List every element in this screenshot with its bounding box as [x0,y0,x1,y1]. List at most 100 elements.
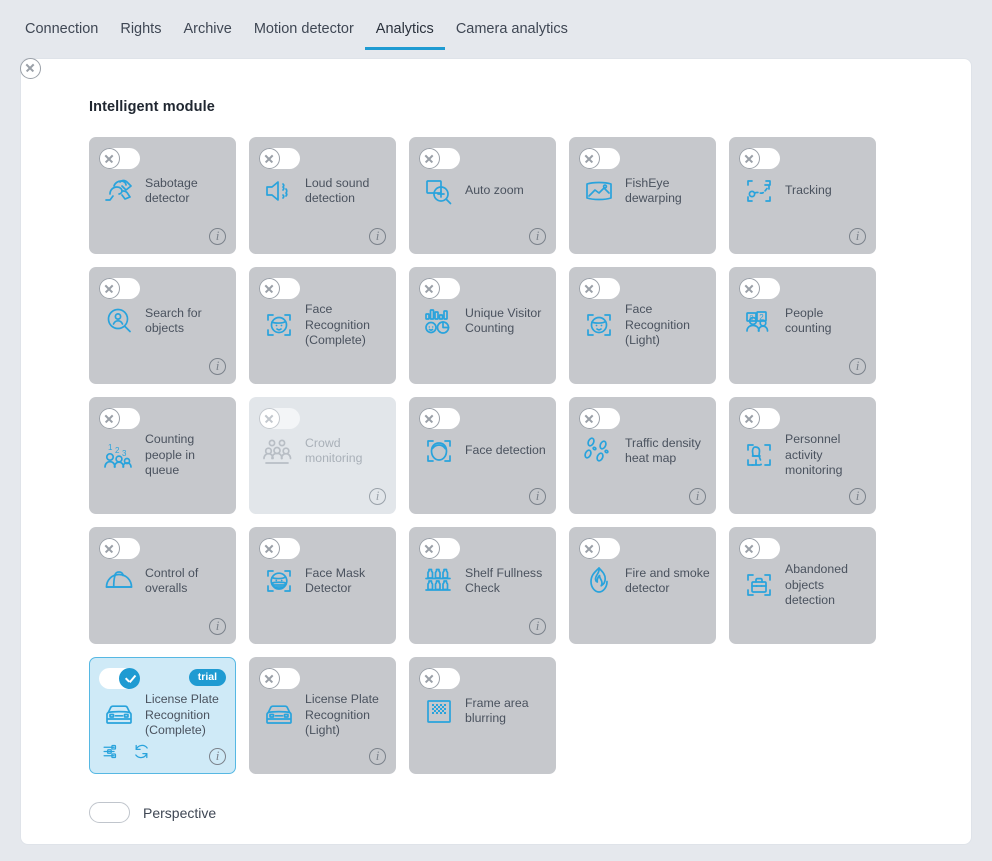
frame-blur-icon [420,692,458,730]
module-toggle-sabotage-detector[interactable] [99,148,140,169]
module-card-body: Loud sound detection [250,172,397,210]
tab-motion-detector[interactable]: Motion detector [243,20,365,50]
module-toggle-counting-people-in-queue[interactable] [99,408,140,429]
module-card-label: Search for objects [145,305,202,336]
module-toggle-auto-zoom[interactable] [419,148,460,169]
module-card-loud-sound-detection[interactable]: Loud sound detection i [249,137,396,254]
module-toggle-license-plate-recognition-light[interactable] [259,668,300,689]
module-card-search-for-objects[interactable]: Search for objects i [89,267,236,384]
module-card-body: 1 2 3 Counting people in queue [90,432,237,479]
module-card-face-mask-detector[interactable]: Face Mask Detector [249,527,396,644]
auto-zoom-icon [420,172,458,210]
module-toggle-search-for-objects[interactable] [99,278,140,299]
tab-connection[interactable]: Connection [14,20,109,50]
section-title: Intelligent module [89,99,215,115]
module-card-license-plate-recognition-light[interactable]: License Plate Recognition (Light) i [249,657,396,774]
tab-rights[interactable]: Rights [109,20,172,50]
module-card-unique-visitor-counting[interactable]: Unique Visitor Counting [409,267,556,384]
info-icon[interactable]: i [529,488,546,505]
tab-camera-analytics[interactable]: Camera analytics [445,20,579,50]
module-toggle-tracking[interactable] [739,148,780,169]
module-card-auto-zoom[interactable]: Auto zoom i [409,137,556,254]
toggle-close-icon [259,278,280,299]
module-card-body: Sabotage detector [90,172,237,210]
info-icon[interactable]: i [209,748,226,765]
tab-analytics[interactable]: Analytics [364,20,445,50]
module-toggle-traffic-density-heat-map[interactable] [579,408,620,429]
module-card-label: Sabotage detector [145,175,198,206]
info-icon[interactable]: i [369,748,386,765]
module-card-body: License Plate Recognition (Complete) [90,692,237,739]
people-counting-icon: 02 [740,302,778,340]
face-mask-icon [260,562,298,600]
module-card-sabotage-detector[interactable]: Sabotage detector i [89,137,236,254]
info-icon[interactable]: i [369,228,386,245]
module-card-traffic-density-heat-map[interactable]: Traffic density heat map i [569,397,716,514]
module-card-label: Auto zoom [465,183,524,198]
info-icon[interactable]: i [849,488,866,505]
module-card-crowd-monitoring: Crowd monitoring i [249,397,396,514]
toggle-close-icon [419,538,440,559]
module-toggle-frame-area-blurring[interactable] [419,668,460,689]
crowd-monitoring-icon [260,432,298,470]
toggle-close-icon [99,408,120,429]
module-card-people-counting[interactable]: 0 2 People counting i [729,267,876,384]
module-card-fire-and-smoke-detector[interactable]: Fire and smoke detector [569,527,716,644]
module-toggle-shelf-fullness-check[interactable] [419,538,460,559]
module-card-personnel-activity-monitoring[interactable]: Personnel activity monitoring i [729,397,876,514]
module-card-license-plate-recognition-complete[interactable]: trial License Plate Recognition (Complete… [89,657,236,774]
toggle-close-icon [579,408,600,429]
module-card-face-detection[interactable]: Face detection i [409,397,556,514]
info-icon[interactable]: i [529,618,546,635]
module-card-face-recognition-complete[interactable]: Face Recognition (Complete) [249,267,396,384]
module-card-abandoned-objects-detection[interactable]: Abandoned objects detection [729,527,876,644]
module-toggle-people-counting[interactable] [739,278,780,299]
module-toggle-loud-sound-detection[interactable] [259,148,300,169]
module-toggle-face-recognition-light[interactable] [579,278,620,299]
module-card-frame-area-blurring[interactable]: Frame area blurring [409,657,556,774]
module-card-label: Abandoned objects detection [785,562,848,607]
info-icon[interactable]: i [849,358,866,375]
tab-archive[interactable]: Archive [172,20,242,50]
info-icon[interactable]: i [689,488,706,505]
module-toggle-control-of-overalls[interactable] [99,538,140,559]
module-card-label: Shelf Fullness Check [465,565,543,596]
module-card-body: License Plate Recognition (Light) [250,692,397,739]
module-card-body: Crowd monitoring [250,432,397,470]
svg-text:2: 2 [115,446,120,455]
toggle-close-icon [419,278,440,299]
module-toggle-fisheye-dewarping[interactable] [579,148,620,169]
toggle-close-icon [579,148,600,169]
module-card-control-of-overalls[interactable]: Control of overalls i [89,527,236,644]
info-icon[interactable]: i [209,358,226,375]
module-toggle-license-plate-recognition-complete[interactable] [99,668,140,689]
toggle-close-icon [99,278,120,299]
info-icon[interactable]: i [369,488,386,505]
perspective-toggle[interactable] [19,57,130,823]
module-card-face-recognition-light[interactable]: Face Recognition (Light) [569,267,716,384]
module-card-counting-people-in-queue[interactable]: 1 2 3 Counting people in queue [89,397,236,514]
sync-icon[interactable] [133,743,150,765]
settings-sliders-icon[interactable] [102,743,119,765]
info-icon[interactable]: i [529,228,546,245]
info-icon[interactable]: i [849,228,866,245]
module-toggle-abandoned-objects-detection[interactable] [739,538,780,559]
info-icon[interactable]: i [209,618,226,635]
module-card-body: Search for objects [90,302,237,340]
module-card-shelf-fullness-check[interactable]: Shelf Fullness Check i [409,527,556,644]
module-toggle-personnel-activity-monitoring[interactable] [739,408,780,429]
module-toggle-unique-visitor-counting[interactable] [419,278,460,299]
module-card-label: Crowd monitoring [305,435,363,466]
info-icon[interactable]: i [209,228,226,245]
module-card-body: Face Mask Detector [250,562,397,600]
module-card-label: Face detection [465,443,546,458]
module-toggle-face-recognition-complete[interactable] [259,278,300,299]
module-card-fisheye-dewarping[interactable]: FishEye dewarping [569,137,716,254]
module-toggle-face-detection[interactable] [419,408,460,429]
intelligent-module-grid: Sabotage detector i Loud sound detection i A… [89,137,876,774]
loud-sound-icon [260,172,298,210]
main-tab-bar: Connection Rights Archive Motion detector An… [0,0,992,57]
module-toggle-fire-and-smoke-detector[interactable] [579,538,620,559]
module-card-tracking[interactable]: Tracking i [729,137,876,254]
module-toggle-face-mask-detector[interactable] [259,538,300,559]
